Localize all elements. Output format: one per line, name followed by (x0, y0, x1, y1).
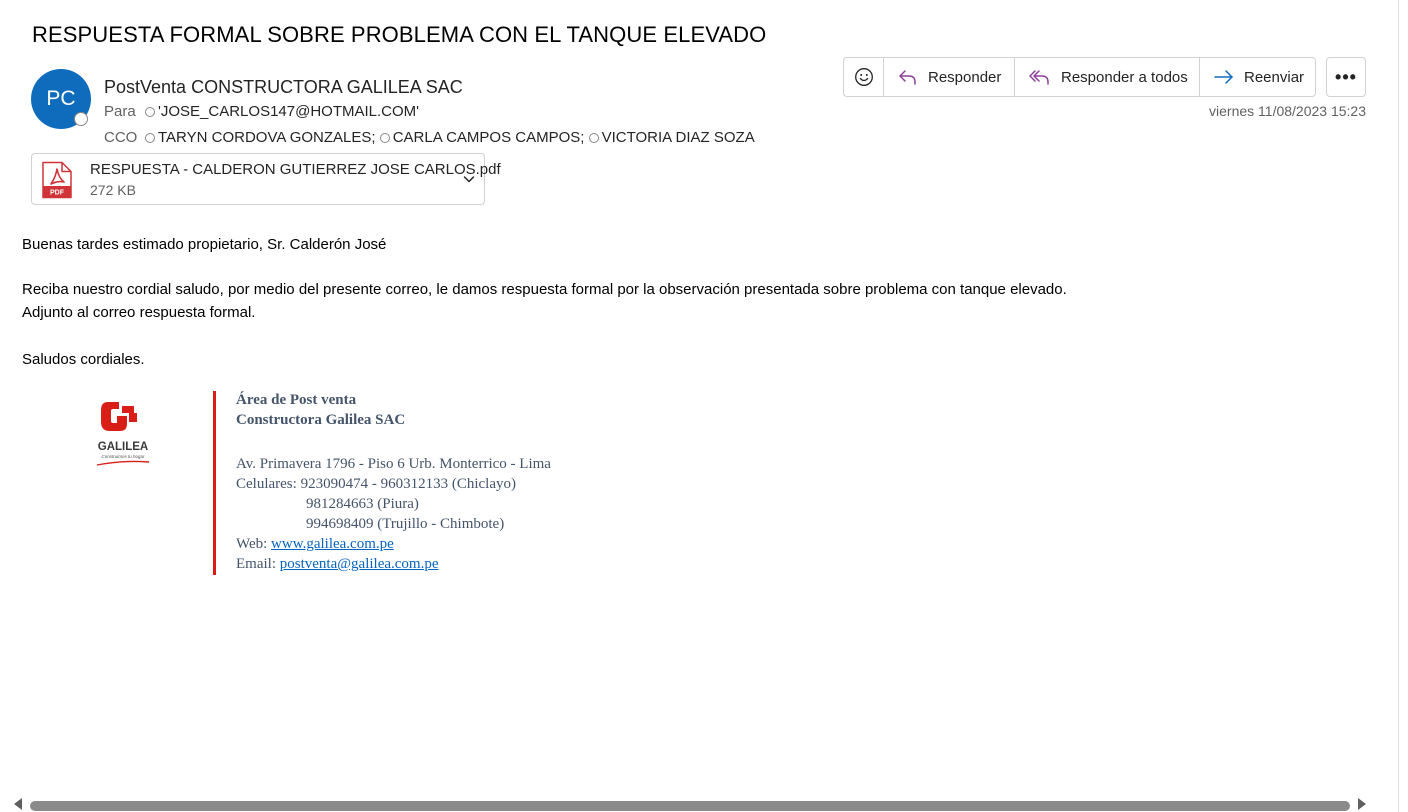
attachment-size: 272 KB (90, 182, 136, 198)
signature-divider (213, 391, 216, 575)
email-label: Email: (236, 556, 276, 572)
website-link[interactable]: www.galilea.com.pe (271, 536, 394, 552)
logo-tagline: Construimos tu hogar (101, 454, 145, 459)
more-actions-button[interactable]: ••• (1326, 57, 1366, 97)
scrollbar-thumb[interactable] (30, 801, 1350, 811)
greeting-text: Buenas tardes estimado propietario, Sr. … (22, 236, 387, 253)
bcc-line: CCO TARYN CORDOVA GONZALES; CARLA CAMPOS … (104, 129, 755, 146)
to-line: Para 'JOSE_CARLOS147@HOTMAIL.COM' (104, 103, 419, 120)
presence-status-icon (74, 112, 88, 126)
scroll-left-arrow-icon[interactable] (14, 798, 22, 810)
body-paragraph: Adjunto al correo respuesta formal. (22, 304, 256, 321)
signature-department: Área de Post venta (236, 392, 357, 408)
email-subject: RESPUESTA FORMAL SOBRE PROBLEMA CON EL T… (32, 22, 767, 47)
reply-icon (899, 70, 916, 85)
smiley-icon (854, 68, 873, 86)
bcc-recipient[interactable]: VICTORIA DIAZ SOZA (602, 129, 755, 146)
signature-address: Av. Primavera 1796 - Piso 6 Urb. Monterr… (236, 456, 551, 472)
phone-number: 981284663 (Piura) (306, 496, 419, 512)
signature-email: Email: postventa@galilea.com.pe (236, 556, 439, 573)
pdf-icon-label: PDF (50, 190, 65, 197)
more-icon: ••• (1335, 66, 1357, 87)
reply-button[interactable]: Responder (884, 58, 1015, 96)
reply-all-label: Responder a todos (1061, 68, 1188, 86)
bcc-label: CCO (104, 129, 138, 146)
reply-all-button[interactable]: Responder a todos (1015, 58, 1200, 96)
pdf-icon: PDF (42, 161, 72, 199)
web-label: Web: (236, 536, 268, 552)
bcc-recipient[interactable]: TARYN CORDOVA GONZALES; (158, 129, 376, 146)
body-paragraph: Reciba nuestro cordial saludo, por medio… (22, 281, 1067, 298)
to-label: Para (104, 103, 136, 120)
recipient-status-icon (588, 133, 599, 143)
reply-all-icon (1029, 70, 1049, 85)
sent-date: viernes 11/08/2023 15:23 (1209, 103, 1366, 119)
recipient-status-icon (145, 133, 155, 143)
chevron-down-icon[interactable] (461, 171, 477, 187)
signature-web: Web: www.galilea.com.pe (236, 536, 394, 553)
galilea-logo: GALILEA Construimos tu hogar (96, 402, 150, 466)
signature-phones: Celulares: 923090474 - 960312133 (Chicla… (236, 476, 516, 493)
signature-company: Constructora Galilea SAC (236, 412, 406, 428)
logo-name: GALILEA (98, 441, 148, 453)
window-edge (1398, 0, 1399, 812)
recipient-status-icon (145, 107, 155, 117)
horizontal-scrollbar[interactable] (0, 797, 1372, 812)
scroll-right-arrow-icon[interactable] (1358, 798, 1366, 810)
email-link[interactable]: postventa@galilea.com.pe (280, 556, 439, 572)
avatar-initials: PC (46, 87, 76, 110)
attachment-card[interactable]: PDF RESPUESTA - CALDERON GUTIERREZ JOSE … (31, 153, 501, 205)
to-recipient[interactable]: 'JOSE_CARLOS147@HOTMAIL.COM' (158, 103, 419, 120)
reaction-button[interactable] (844, 58, 884, 96)
phones-label: Celulares: (236, 476, 297, 492)
forward-label: Reenviar (1244, 68, 1305, 86)
forward-arrow-icon (1214, 70, 1233, 84)
phone-number: 923090474 - 960312133 (Chiclayo) (300, 476, 516, 492)
reply-label: Responder (928, 68, 1002, 86)
bcc-recipient[interactable]: CARLA CAMPOS CAMPOS; (393, 129, 585, 146)
forward-button[interactable]: Reenviar (1200, 58, 1315, 96)
sender-name[interactable]: PostVenta CONSTRUCTORA GALILEA SAC (104, 77, 463, 98)
phone-number: 994698409 (Trujillo - Chimbote) (306, 516, 505, 532)
message-actions-toolbar: Responder Responder a todos Reenviar (843, 57, 1316, 97)
recipient-status-icon (379, 133, 390, 143)
closing-text: Saludos cordiales. (22, 351, 145, 368)
attachment-name: RESPUESTA - CALDERON GUTIERREZ JOSE CARL… (90, 161, 501, 178)
